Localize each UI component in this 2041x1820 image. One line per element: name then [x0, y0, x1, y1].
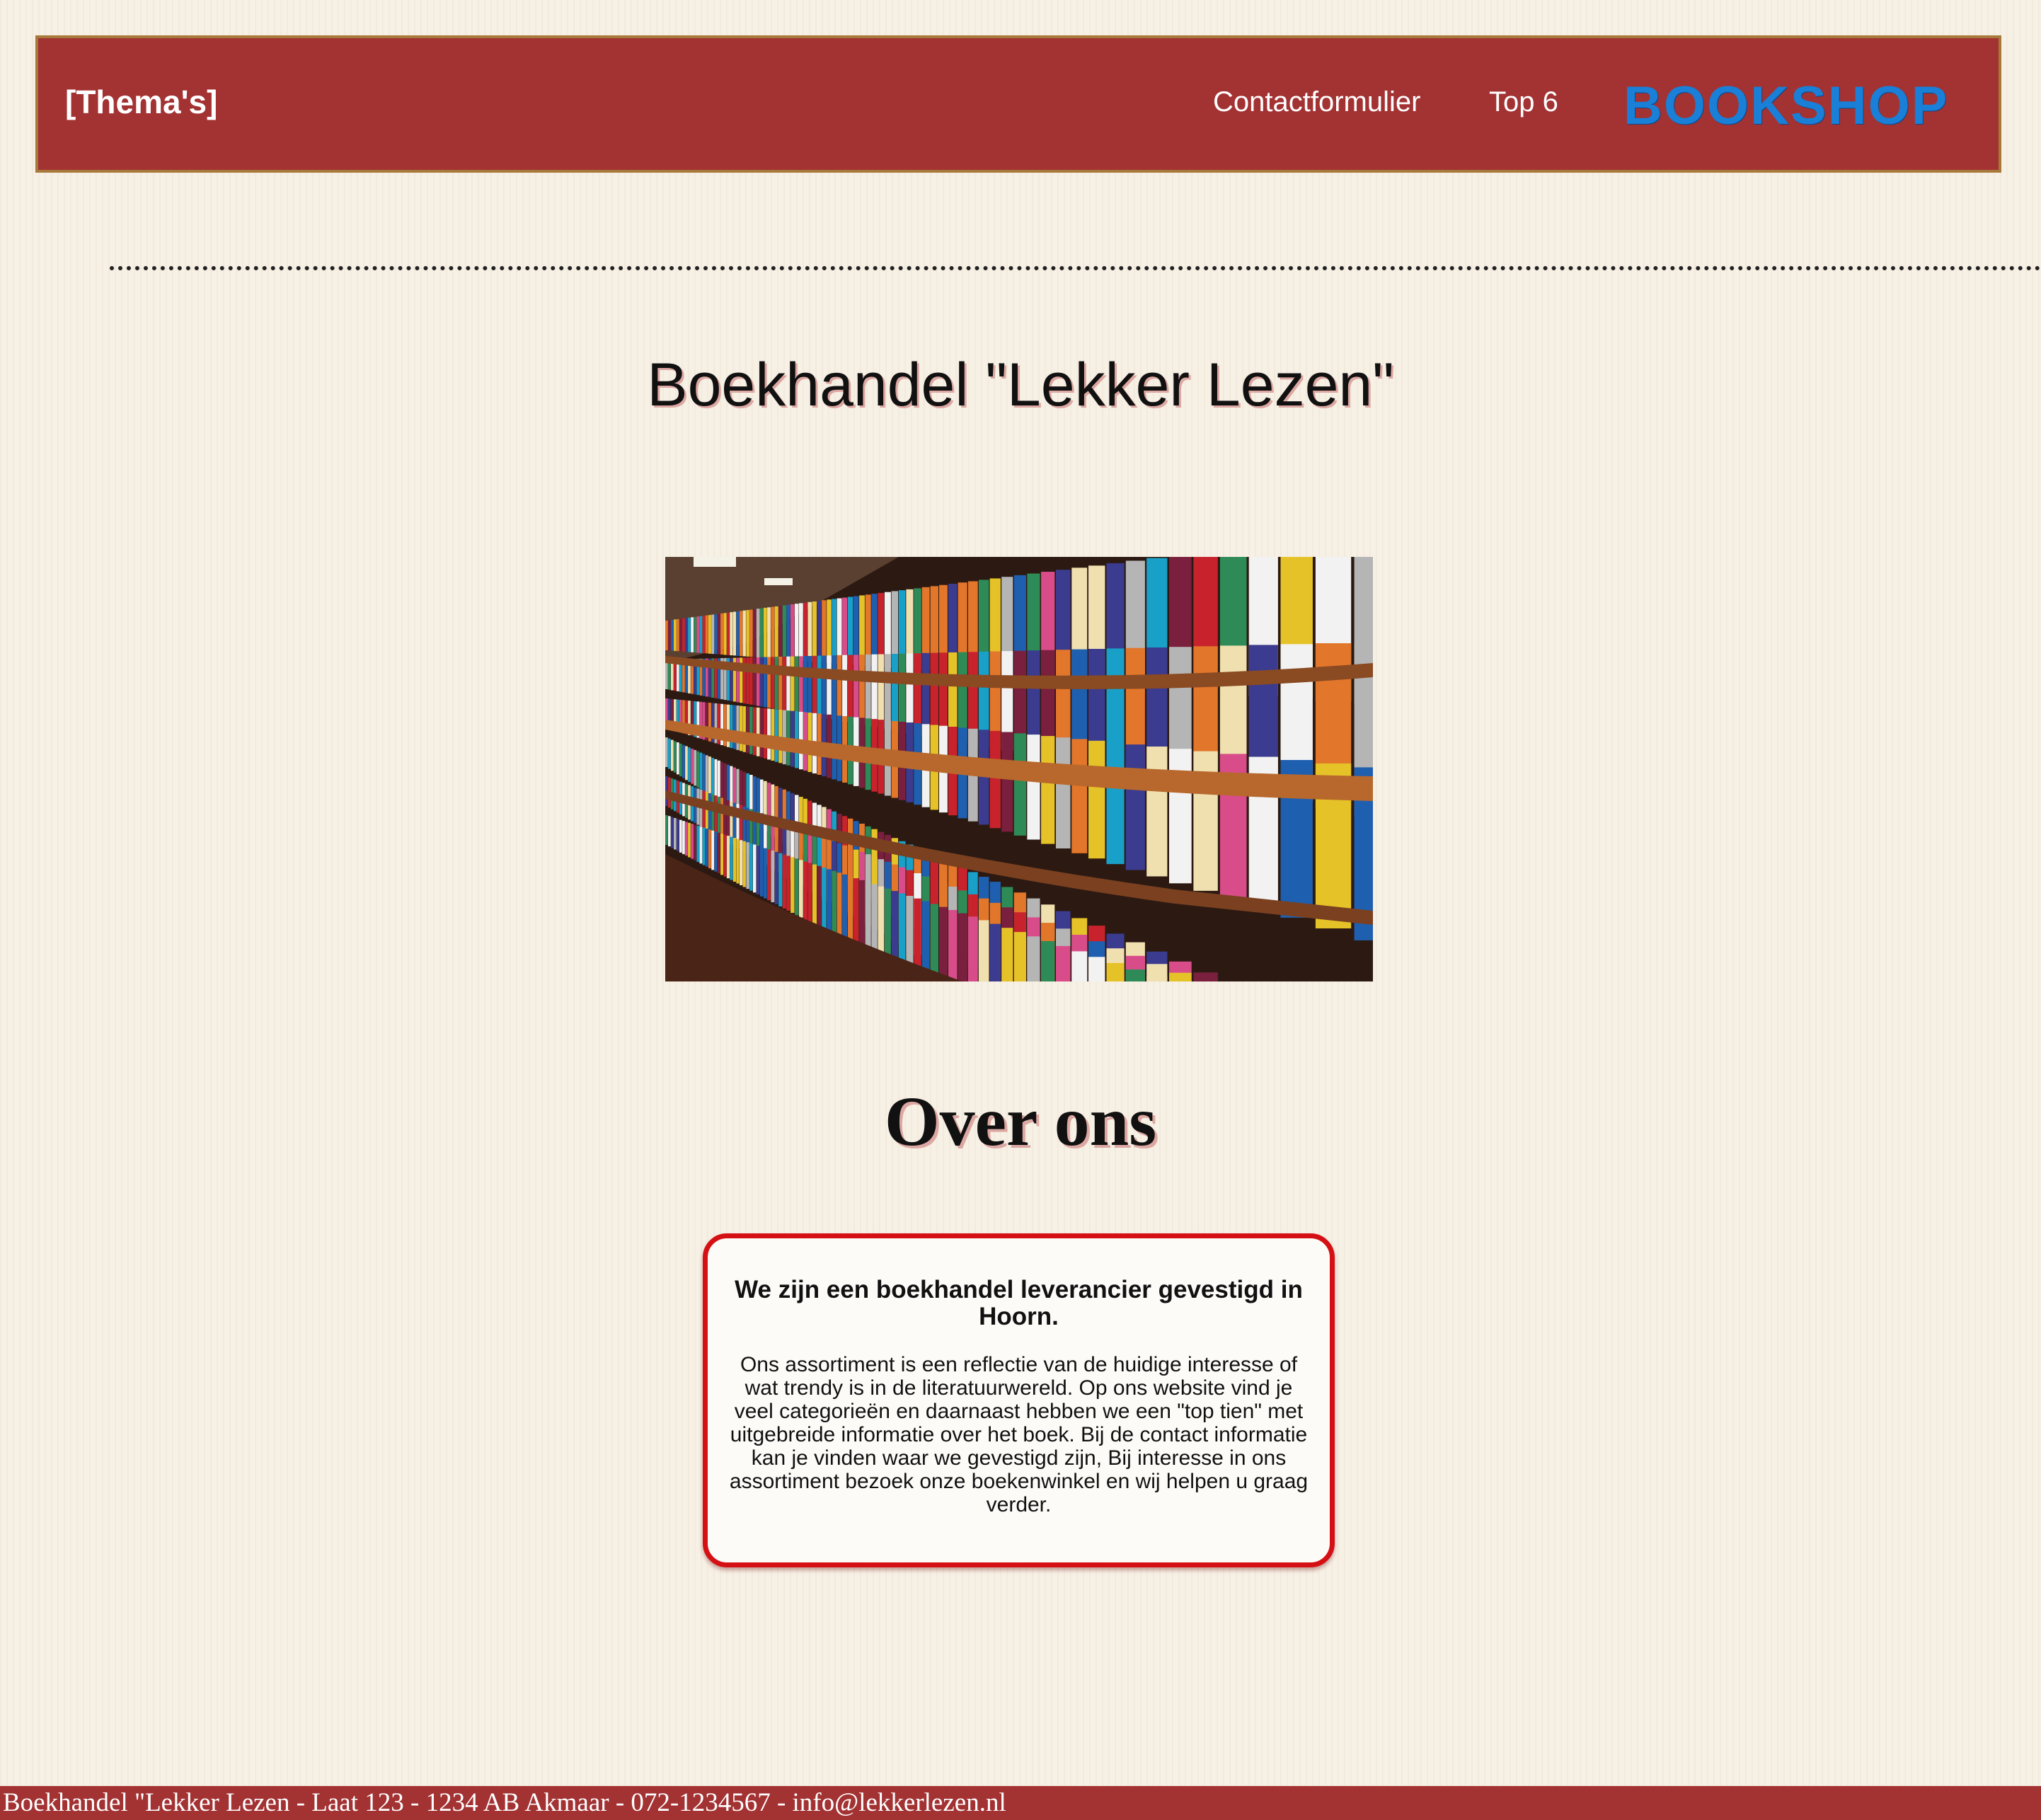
about-us-subheading: We zijn een boekhandel leverancier geves… [735, 1276, 1303, 1330]
top-6-link[interactable]: Top 6 [1489, 83, 1558, 120]
footer-contact-info: Boekhandel "Lekker Lezen - Laat 123 - 12… [0, 1786, 2041, 1820]
contact-form-link[interactable]: Contactformulier [1213, 83, 1420, 120]
about-us-heading: Over ons [884, 1082, 1157, 1160]
themes-menu-link[interactable]: [Thema's] [65, 82, 217, 122]
about-us-text: Ons assortiment is een reflectie van de … [729, 1353, 1309, 1516]
page-title: Boekhandel "Lekker Lezen" [647, 351, 1394, 419]
library-bookshelves-image [665, 557, 1373, 981]
dotted-divider [110, 266, 2041, 270]
about-us-card: We zijn een boekhandel leverancier geves… [703, 1233, 1335, 1567]
bookshop-logo[interactable]: BOOKSHOP [1623, 78, 1948, 134]
top-navbar: [Thema's] Contactformulier Top 6 BOOKSHO… [35, 35, 2001, 173]
